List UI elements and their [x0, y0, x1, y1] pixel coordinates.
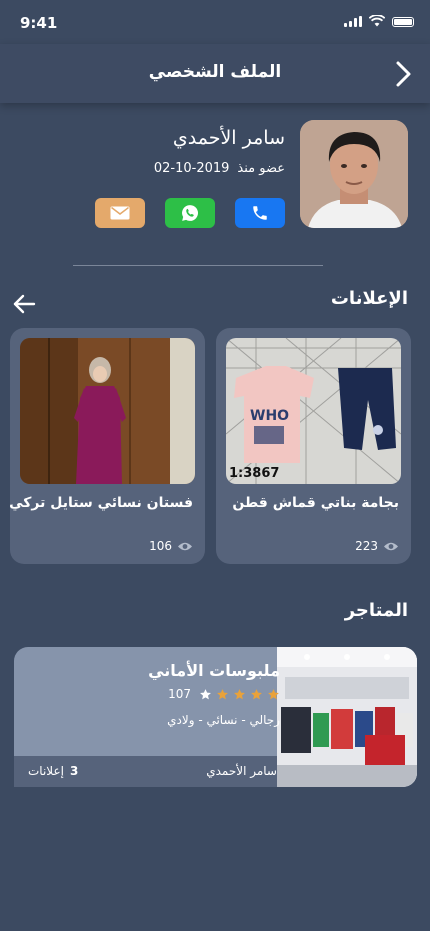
email-icon [110, 206, 130, 220]
store-ads-label: إعلانات [28, 764, 64, 778]
wifi-icon [369, 15, 385, 27]
email-button[interactable] [95, 198, 145, 228]
store-name: ملبوسات الأماني [148, 661, 280, 680]
status-icons [344, 15, 414, 27]
phone-icon [253, 206, 267, 220]
store-rating: 107 [168, 687, 280, 701]
ad-title: فستان نسائي ستايل تركي [10, 495, 193, 511]
member-since: عضو منذ 2019-10-02 [154, 161, 285, 176]
ad-views-count: 223 [355, 539, 378, 553]
ads-section-title: الإعلانات [330, 288, 408, 309]
member-since-date: 2019-10-02 [153, 161, 230, 176]
page-title: الملف الشخصي [148, 62, 282, 82]
stores-section-title: المتاجر [344, 600, 408, 621]
signal-icon [344, 15, 362, 27]
member-since-label: عضو منذ [237, 161, 285, 176]
ad-image: WHO 1:3867 [226, 338, 401, 484]
eye-icon [384, 542, 398, 550]
status-time: 9:41 [20, 14, 58, 32]
star-filled-icon [268, 688, 279, 699]
ad-title: بجامة بناتي قماش قطن [232, 495, 399, 511]
ad-views-count: 106 [149, 539, 172, 553]
app-header: الملف الشخصي [0, 44, 430, 103]
whatsapp-icon [182, 205, 198, 221]
star-filled-icon [217, 688, 228, 699]
section-divider [73, 265, 323, 266]
store-image [277, 647, 417, 787]
ad-card[interactable]: فستان نسائي ستايل تركي 106 [10, 328, 205, 564]
store-ads-number: 3 [69, 764, 79, 778]
star-empty-icon [200, 688, 211, 699]
call-button[interactable] [235, 198, 285, 228]
whatsapp-button[interactable] [165, 198, 215, 228]
ad-image [20, 338, 195, 484]
profile-name: سامر الأحمدي [172, 127, 285, 149]
store-categories: رجالي - نسائي - ولادي [167, 713, 280, 727]
store-ads-count: 3 إعلانات [28, 764, 78, 778]
ad-views: 223 [355, 539, 399, 553]
store-owner: سامر الأحمدي [206, 764, 277, 778]
rating-count: 107 [168, 687, 191, 701]
star-filled-icon [251, 688, 262, 699]
ad-views: 106 [149, 539, 193, 553]
ad-card[interactable]: WHO 1:3867 بجامة بناتي قماش قطن 223 [216, 328, 411, 564]
battery-icon [392, 17, 414, 27]
profile-avatar [300, 120, 408, 228]
status-bar: 9:41 [0, 0, 430, 44]
back-chevron-icon[interactable] [392, 59, 414, 89]
star-filled-icon [234, 688, 245, 699]
arrow-left-icon[interactable] [12, 293, 36, 315]
svg-text:WHO: WHO [250, 408, 289, 424]
eye-icon [178, 542, 192, 550]
ad-image-caption: 1:3867 [229, 466, 280, 481]
